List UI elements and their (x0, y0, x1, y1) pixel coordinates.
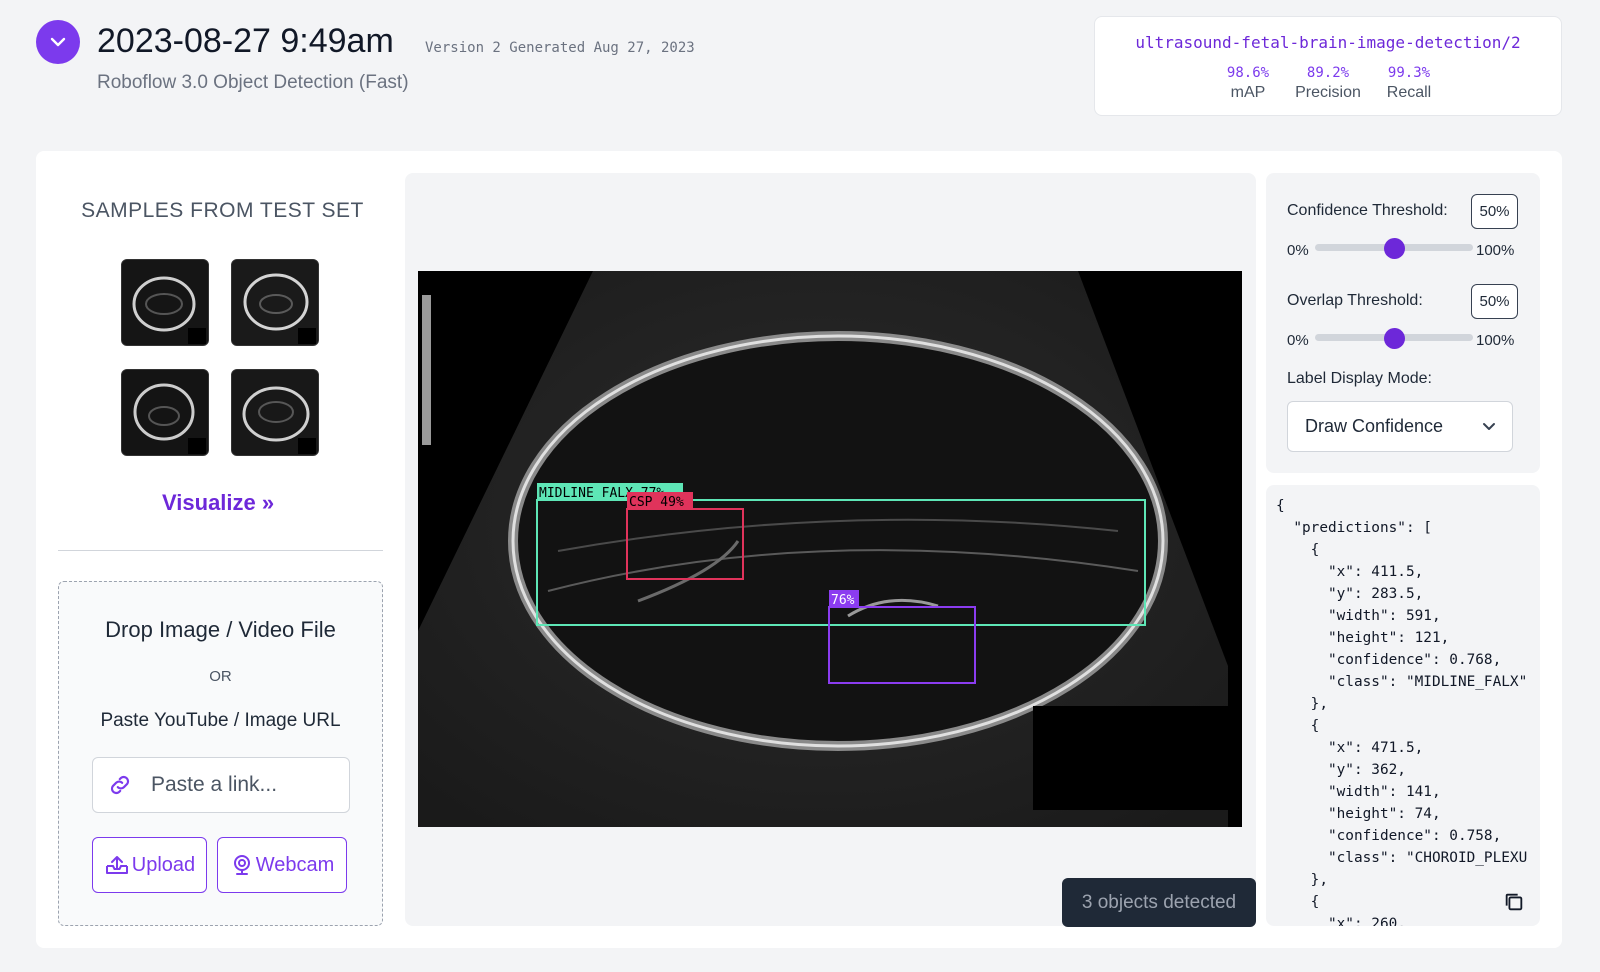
metric-map: 98.6% mAP (1203, 65, 1293, 102)
collapse-button[interactable] (36, 20, 80, 64)
version-generated-text: Version 2 Generated Aug 27, 2023 (425, 40, 695, 56)
sample-thumbnail[interactable] (231, 259, 319, 346)
webcam-label: Webcam (255, 853, 335, 876)
webcam-icon (233, 855, 250, 875)
version-timestamp: 2023-08-27 9:49am (97, 22, 394, 60)
model-type: Roboflow 3.0 Object Detection (Fast) (97, 72, 409, 93)
drop-title: Drop Image / Video File (105, 617, 336, 642)
metric-recall: 99.3% Recall (1364, 65, 1454, 102)
confidence-slider-handle[interactable] (1383, 238, 1405, 259)
overlap-range-max: 100% (1476, 332, 1515, 349)
metric-label: Recall (1386, 84, 1432, 101)
overlap-range-min: 0% (1287, 332, 1309, 349)
confidence-range-max: 100% (1476, 242, 1515, 259)
link-field[interactable] (92, 757, 350, 813)
detection-label: CSP 49% (629, 495, 684, 510)
copy-icon[interactable] (1503, 891, 1525, 913)
confidence-range-min: 0% (1287, 242, 1309, 259)
label-display-mode-label: Label Display Mode: (1287, 370, 1432, 387)
upload-button[interactable]: Upload (92, 837, 207, 893)
divider (58, 550, 383, 551)
model-name[interactable]: ultrasound-fetal-brain-image-detection/2 (1095, 33, 1561, 52)
metric-value: 89.2% (1306, 65, 1350, 81)
or-separator: OR (209, 668, 232, 685)
chevron-down-icon (1483, 423, 1495, 430)
objects-detected-badge: 3 objects detected (1062, 878, 1256, 927)
label-display-mode-select[interactable]: Draw Confidence (1287, 401, 1513, 452)
confidence-threshold-value[interactable]: 50% (1471, 194, 1518, 229)
ultrasound-image: MIDLINE FALX 77% CSP 49% 76% (418, 271, 1242, 827)
metric-precision: 89.2% Precision (1283, 65, 1373, 102)
label-display-mode-value: Draw Confidence (1305, 416, 1444, 436)
paste-url-label: Paste YouTube / Image URL (100, 710, 341, 731)
json-output: { "predictions": [ { "x": 411.5, "y": 28… (1276, 498, 1528, 926)
drop-zone[interactable]: Drop Image / Video File OR Paste YouTube… (58, 581, 383, 926)
model-card: ultrasound-fetal-brain-image-detection/2… (1094, 16, 1562, 116)
metric-value: 99.3% (1387, 65, 1431, 81)
visualize-link[interactable]: Visualize » (162, 490, 274, 516)
overlap-slider-handle[interactable] (1383, 328, 1405, 349)
sample-thumbnail[interactable] (121, 259, 209, 346)
link-icon (110, 775, 130, 795)
upload-icon (105, 856, 128, 874)
metric-label: mAP (1230, 84, 1266, 101)
upload-label: Upload (131, 853, 196, 876)
metric-label: Precision (1295, 84, 1361, 101)
sample-thumbnail[interactable] (121, 369, 209, 456)
json-output-panel[interactable]: { "predictions": [ { "x": 411.5, "y": 28… (1266, 485, 1540, 926)
samples-title: SAMPLES FROM TEST SET (81, 199, 364, 222)
overlap-threshold-label: Overlap Threshold: (1287, 292, 1423, 309)
metric-value: 98.6% (1226, 65, 1270, 81)
webcam-button[interactable]: Webcam (217, 837, 347, 893)
link-input[interactable] (151, 773, 331, 797)
overlap-threshold-value[interactable]: 50% (1471, 284, 1518, 319)
confidence-threshold-label: Confidence Threshold: (1287, 202, 1448, 219)
chevron-down-icon (50, 37, 66, 47)
detection-label: 76% (831, 593, 855, 608)
sample-thumbnail[interactable] (231, 369, 319, 456)
